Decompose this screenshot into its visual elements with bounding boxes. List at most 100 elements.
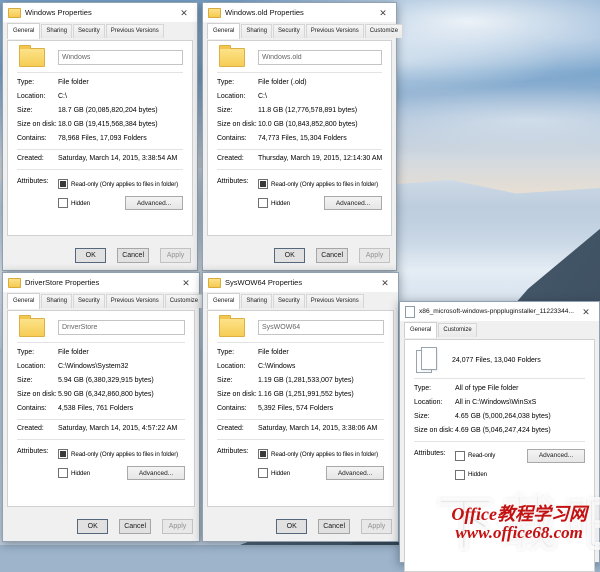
close-icon[interactable]: ✕ (375, 5, 391, 21)
advanced-button[interactable]: Advanced... (127, 466, 185, 480)
advanced-button[interactable]: Advanced... (324, 196, 382, 210)
folder-icon (208, 8, 221, 18)
tab-previous-versions[interactable]: Previous Versions (306, 24, 364, 38)
cancel-button[interactable]: Cancel (117, 248, 149, 263)
property-value: File folder (58, 349, 89, 358)
property-label: Location: (217, 363, 258, 372)
folder-icon (219, 318, 245, 337)
cancel-button[interactable]: Cancel (318, 519, 350, 534)
property-value: 18.7 GB (20,085,820,204 bytes) (58, 107, 158, 116)
property-value: 5.90 GB (6,342,860,800 bytes) (58, 391, 154, 400)
readonly-row: Read-only (Only applies to files in fold… (58, 177, 183, 191)
tab-sharing[interactable]: Sharing (41, 24, 72, 38)
tab-security[interactable]: Security (273, 294, 305, 308)
tab-sharing[interactable]: Sharing (241, 294, 272, 308)
hidden-row: Hidden Advanced... (58, 196, 183, 210)
readonly-checkbox[interactable] (455, 451, 465, 461)
property-value: C:\ (58, 93, 67, 102)
property-value: C:\ (258, 93, 267, 102)
close-icon[interactable]: ✕ (176, 5, 192, 21)
tab-previous-versions[interactable]: Previous Versions (106, 294, 164, 308)
apply-button[interactable]: Apply (359, 248, 390, 263)
tab-security[interactable]: Security (73, 24, 105, 38)
tab-customize[interactable]: Customize (365, 24, 403, 38)
hidden-checkbox[interactable] (58, 198, 68, 208)
tab-previous-versions[interactable]: Previous Versions (306, 294, 364, 308)
created-row: Created: Saturday, March 14, 2015, 3:38:… (217, 425, 384, 434)
hidden-checkbox[interactable] (258, 468, 268, 478)
readonly-label: Read-only (Only applies to files in fold… (71, 181, 178, 188)
attributes-section: Attributes: Read-only (Only applies to f… (217, 177, 382, 210)
dialog-titlebar[interactable]: Windows.old Properties ✕ (203, 3, 396, 22)
tab-general[interactable]: General (7, 23, 40, 39)
readonly-checkbox[interactable] (58, 449, 68, 459)
readonly-label: Read-only (Only applies to files in fold… (271, 451, 378, 458)
attributes-section: Attributes: Read-only (Only applies to f… (17, 447, 185, 480)
tab-customize[interactable]: Customize (165, 294, 203, 308)
tab-general[interactable]: General (7, 293, 40, 309)
created-value: Saturday, March 14, 2015, 4:57:22 AM (58, 425, 177, 434)
attributes-section: Attributes: Read-only Advanced... Hidden (414, 449, 585, 482)
readonly-checkbox[interactable] (258, 179, 268, 189)
folder-name-input[interactable] (258, 320, 384, 335)
folder-name-input[interactable] (58, 320, 185, 335)
folder-name-row (217, 318, 384, 337)
property-rows: Type:File folderLocation:C:\WindowsSize:… (217, 349, 384, 414)
readonly-checkbox[interactable] (258, 449, 268, 459)
tab-security[interactable]: Security (73, 294, 105, 308)
property-label: Contains: (217, 405, 258, 414)
dialog-titlebar[interactable]: Windows Properties ✕ (3, 3, 197, 22)
close-icon[interactable]: ✕ (178, 275, 194, 291)
advanced-button[interactable]: Advanced... (527, 449, 585, 463)
folder-icon (219, 48, 245, 67)
property-row: Size:1.19 GB (1,281,533,007 bytes) (217, 377, 384, 386)
close-icon[interactable]: ✕ (578, 304, 594, 320)
created-value: Thursday, March 19, 2015, 12:14:30 AM (258, 155, 382, 164)
properties-dialog: SysWOW64 Properties ✕ GeneralSharingSecu… (202, 272, 399, 542)
property-row: Size:18.7 GB (20,085,820,204 bytes) (17, 107, 183, 116)
ok-button[interactable]: OK (75, 248, 106, 263)
hidden-checkbox[interactable] (258, 198, 268, 208)
property-rows: Type:All of type File folderLocation:All… (414, 385, 585, 436)
advanced-button[interactable]: Advanced... (125, 196, 183, 210)
hidden-row: Hidden (455, 468, 585, 482)
cancel-button[interactable]: Cancel (119, 519, 151, 534)
general-tab-page: Type:File folderLocation:C:\WindowsSize:… (207, 310, 394, 507)
folder-name-input[interactable] (58, 50, 183, 65)
property-label: Contains: (17, 405, 58, 414)
hidden-checkbox[interactable] (455, 470, 465, 480)
readonly-checkbox[interactable] (58, 179, 68, 189)
tab-strip: GeneralSharingSecurityPrevious VersionsC… (207, 24, 392, 38)
tab-sharing[interactable]: Sharing (41, 294, 72, 308)
tab-previous-versions[interactable]: Previous Versions (106, 24, 164, 38)
property-value: 5.94 GB (6,380,329,915 bytes) (58, 377, 154, 386)
cancel-button[interactable]: Cancel (316, 248, 348, 263)
hidden-checkbox[interactable] (58, 468, 68, 478)
dialog-titlebar[interactable]: DriverStore Properties ✕ (3, 273, 199, 292)
tab-customize[interactable]: Customize (438, 323, 476, 337)
separator (414, 441, 585, 442)
apply-button[interactable]: Apply (160, 248, 191, 263)
tab-general[interactable]: General (207, 293, 240, 309)
apply-button[interactable]: Apply (361, 519, 392, 534)
dialog-titlebar[interactable]: SysWOW64 Properties ✕ (203, 273, 398, 292)
dialog-titlebar[interactable]: x86_microsoft-windows-pnppluginstaller_1… (400, 302, 599, 321)
folder-name-input[interactable] (258, 50, 382, 65)
readonly-row: Read-only (Only applies to files in fold… (258, 447, 384, 461)
apply-button[interactable]: Apply (162, 519, 193, 534)
advanced-button[interactable]: Advanced... (326, 466, 384, 480)
tab-general[interactable]: General (207, 23, 240, 39)
attributes-section: Attributes: Read-only (Only applies to f… (17, 177, 183, 210)
properties-dialog: x86_microsoft-windows-pnppluginstaller_1… (399, 301, 600, 563)
tab-security[interactable]: Security (273, 24, 305, 38)
close-icon[interactable]: ✕ (377, 275, 393, 291)
tab-general[interactable]: General (404, 322, 437, 338)
ok-button[interactable]: OK (276, 519, 307, 534)
ok-button[interactable]: OK (274, 248, 305, 263)
property-rows: Type:File folderLocation:C:\Size:18.7 GB… (17, 79, 183, 144)
ok-button[interactable]: OK (77, 519, 108, 534)
created-label: Created: (217, 155, 258, 164)
tab-sharing[interactable]: Sharing (241, 24, 272, 38)
property-value: C:\Windows (258, 363, 295, 372)
separator (217, 149, 382, 150)
